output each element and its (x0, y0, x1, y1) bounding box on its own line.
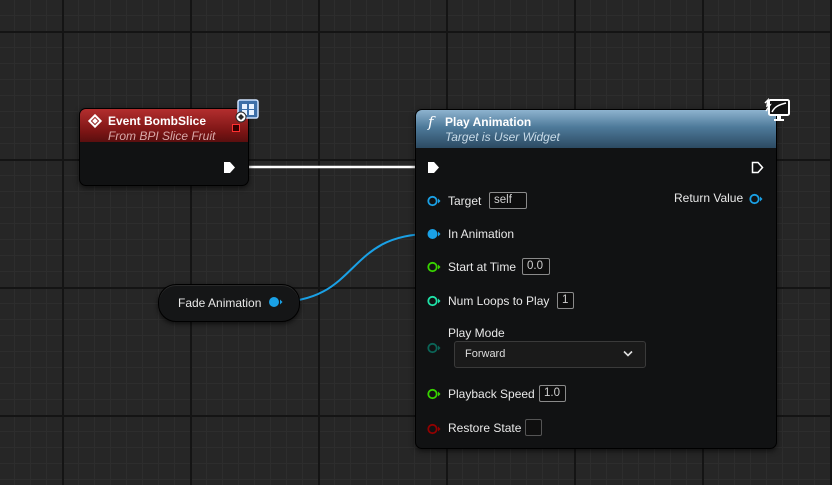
event-bombslice-node[interactable]: Event BombSlice From BPI Slice Fruit (79, 99, 259, 186)
playback-speed-pin[interactable] (427, 388, 441, 400)
num-loops-pin[interactable] (427, 295, 441, 307)
widget-monitor-icon (764, 98, 790, 121)
animation-wire[interactable] (275, 233, 431, 303)
num-loops-field[interactable]: 1 (557, 292, 574, 309)
exec-output-pin[interactable] (223, 161, 236, 174)
start-at-time-label: Start at Time (448, 260, 517, 274)
target-pin[interactable] (427, 195, 441, 207)
restore-state-checkbox[interactable] (525, 419, 542, 436)
fade-animation-output-pin[interactable] (268, 296, 284, 308)
fade-animation-label: Fade Animation (178, 296, 262, 310)
play-node-title: Play Animation (445, 115, 532, 129)
restore-state-pin[interactable] (427, 423, 441, 435)
breakpoint-marker-icon (232, 124, 240, 132)
in-animation-label: In Animation (448, 227, 515, 241)
in-animation-pin[interactable] (427, 228, 441, 240)
target-value-field[interactable]: self (489, 192, 527, 209)
play-mode-label: Play Mode (448, 326, 505, 340)
restore-state-label: Restore State (448, 421, 522, 435)
play-mode-dropdown[interactable]: Forward (454, 341, 646, 368)
play-node-subtitle: Target is User Widget (445, 130, 560, 144)
playback-speed-field[interactable]: 1.0 (539, 385, 566, 402)
exec-output-pin[interactable] (751, 161, 764, 174)
event-node-subtitle: From BPI Slice Fruit (108, 129, 216, 143)
playback-speed-label: Playback Speed (448, 387, 535, 401)
start-at-time-field[interactable]: 0.0 (522, 258, 550, 275)
target-label: Target (448, 194, 482, 208)
start-at-time-pin[interactable] (427, 261, 441, 273)
fade-animation-node[interactable]: Fade Animation (158, 284, 300, 322)
interface-icon (235, 99, 259, 123)
event-node-title: Event BombSlice (108, 114, 207, 128)
event-node-header[interactable]: Event BombSlice From BPI Slice Fruit (80, 109, 248, 143)
chevron-down-icon (623, 350, 633, 357)
num-loops-label: Num Loops to Play (448, 294, 550, 308)
function-icon: f (428, 113, 434, 131)
return-value-label: Return Value (674, 191, 744, 205)
return-value-pin[interactable] (749, 193, 763, 205)
play-mode-value: Forward (465, 348, 506, 360)
exec-input-pin[interactable] (427, 161, 440, 174)
event-diamond-icon (87, 113, 103, 129)
play-animation-node[interactable]: f Play Animation Target is User Widget T… (415, 98, 790, 449)
play-node-header[interactable]: f Play Animation Target is User Widget (416, 110, 776, 148)
play-mode-pin[interactable] (427, 342, 441, 354)
